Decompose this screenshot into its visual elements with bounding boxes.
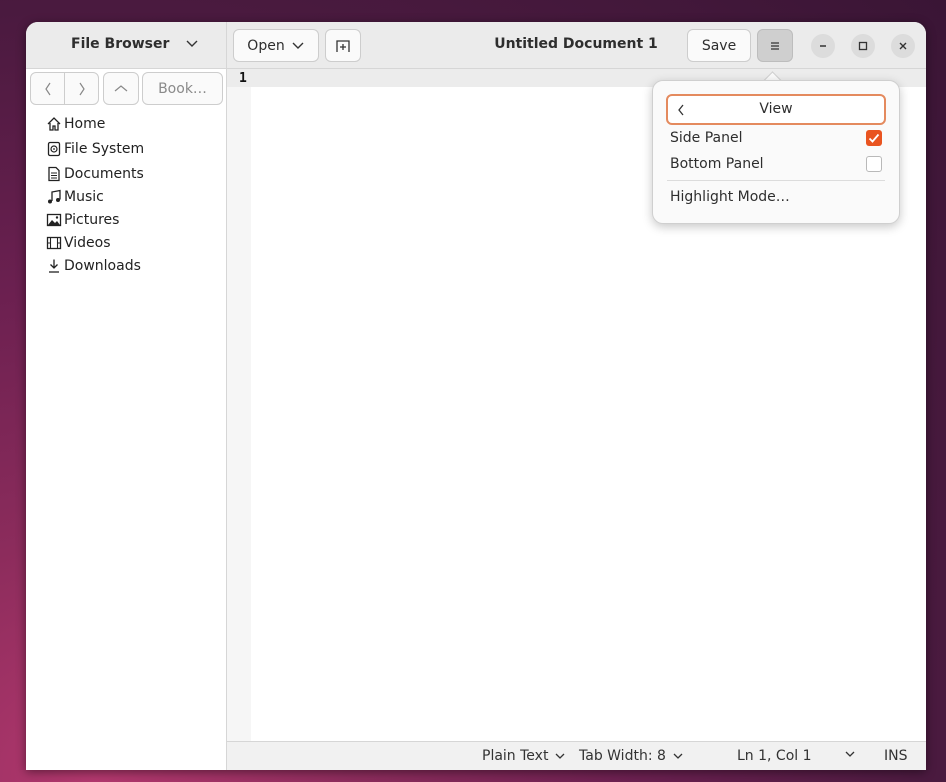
chevron-down-icon xyxy=(844,748,856,764)
music-icon xyxy=(46,189,62,205)
bookmarks-label: Book… xyxy=(158,80,207,97)
line-number: 1 xyxy=(239,71,247,86)
chevron-right-icon xyxy=(79,82,85,95)
new-tab-button[interactable] xyxy=(325,29,361,62)
download-icon xyxy=(46,258,62,274)
save-button-label: Save xyxy=(701,37,737,54)
maximize-button[interactable] xyxy=(851,34,875,58)
sidebar-item-documents[interactable]: Documents xyxy=(46,162,144,185)
open-button[interactable]: Open xyxy=(233,29,319,62)
picture-icon xyxy=(46,212,62,228)
open-button-label: Open xyxy=(247,37,285,54)
menu-item-label: Side Panel xyxy=(670,130,743,146)
sidebar-item-label: Pictures xyxy=(64,211,120,228)
language-label: Plain Text xyxy=(482,748,549,764)
file-tree: Home File System Documents Music Picture… xyxy=(46,112,144,277)
sidebar-header: File Browser xyxy=(26,22,227,68)
view-submenu-back-button[interactable]: View xyxy=(666,94,886,125)
chevron-down-icon xyxy=(554,750,566,762)
maximize-icon xyxy=(858,41,868,51)
back-button[interactable] xyxy=(30,72,65,105)
menu-item-label: Bottom Panel xyxy=(670,156,764,172)
sidebar-item-file-system[interactable]: File System xyxy=(46,137,144,160)
chevron-down-icon xyxy=(672,750,684,762)
insert-mode-indicator[interactable]: INS xyxy=(884,748,908,764)
sidebar-item-home[interactable]: Home xyxy=(46,112,144,135)
sidebar-item-label: Documents xyxy=(64,165,144,182)
chevron-down-icon[interactable] xyxy=(182,34,202,54)
tab-width-dropdown[interactable]: Tab Width: 8 xyxy=(579,748,684,764)
tab-width-label: Tab Width: 8 xyxy=(579,748,666,764)
menu-item-bottom-panel[interactable]: Bottom Panel xyxy=(670,152,882,176)
document-icon xyxy=(46,166,62,182)
sidebar-item-pictures[interactable]: Pictures xyxy=(46,208,144,231)
sidebar-item-label: Downloads xyxy=(64,257,141,274)
cursor-position-label: Ln 1, Col 1 xyxy=(737,748,812,764)
sidebar-item-label: Videos xyxy=(64,234,111,251)
sidebar-item-label: File System xyxy=(64,140,145,157)
close-button[interactable] xyxy=(891,34,915,58)
minimize-button[interactable] xyxy=(811,34,835,58)
status-bar: Plain Text Tab Width: 8 Ln 1, Col 1 INS xyxy=(227,741,926,770)
chevron-down-icon xyxy=(292,42,304,49)
menu-item-highlight-mode[interactable]: Highlight Mode… xyxy=(670,185,882,209)
sidebar-item-music[interactable]: Music xyxy=(46,185,144,208)
checkmark-icon xyxy=(868,133,880,143)
menu-item-side-panel[interactable]: Side Panel xyxy=(670,126,882,150)
line-number-gutter xyxy=(227,69,251,741)
insert-mode-label: INS xyxy=(884,748,908,764)
cursor-position[interactable]: Ln 1, Col 1 xyxy=(737,748,812,764)
menu-separator xyxy=(667,180,885,181)
sidebar-title[interactable]: File Browser xyxy=(71,36,169,52)
cursor-position-dropdown[interactable] xyxy=(844,748,856,764)
sidebar-item-label: Music xyxy=(64,188,104,205)
parent-folder-button[interactable] xyxy=(103,72,139,105)
language-dropdown[interactable]: Plain Text xyxy=(482,748,566,764)
bookmarks-dropdown[interactable]: Book… xyxy=(142,72,223,105)
file-browser-panel: Book… Home File System Documents Music P… xyxy=(26,69,227,770)
menu-item-label: Highlight Mode… xyxy=(670,189,790,205)
main-menu-button[interactable] xyxy=(757,29,793,62)
view-menu-popover: View Side Panel Bottom Panel Highlight M… xyxy=(652,80,900,224)
document-title: Untitled Document 1 xyxy=(494,36,658,52)
forward-button[interactable] xyxy=(64,72,99,105)
sidebar-item-label: Home xyxy=(64,115,106,132)
close-icon xyxy=(899,42,907,50)
header-bar: File Browser Open Untitled Document 1 Sa… xyxy=(26,22,926,69)
drive-icon xyxy=(46,141,62,157)
bottom-panel-checkbox[interactable] xyxy=(866,156,882,172)
chevron-up-icon xyxy=(114,84,128,91)
sidebar-item-downloads[interactable]: Downloads xyxy=(46,254,144,277)
sidebar-item-videos[interactable]: Videos xyxy=(46,231,144,254)
side-panel-checkbox[interactable] xyxy=(866,130,882,146)
video-icon xyxy=(46,235,62,251)
save-button[interactable]: Save xyxy=(687,29,751,62)
hamburger-menu-icon xyxy=(771,41,779,50)
home-icon xyxy=(46,116,62,132)
minimize-icon xyxy=(820,45,826,47)
new-tab-icon xyxy=(336,39,350,52)
submenu-title: View xyxy=(759,101,793,117)
chevron-left-icon xyxy=(44,82,50,95)
